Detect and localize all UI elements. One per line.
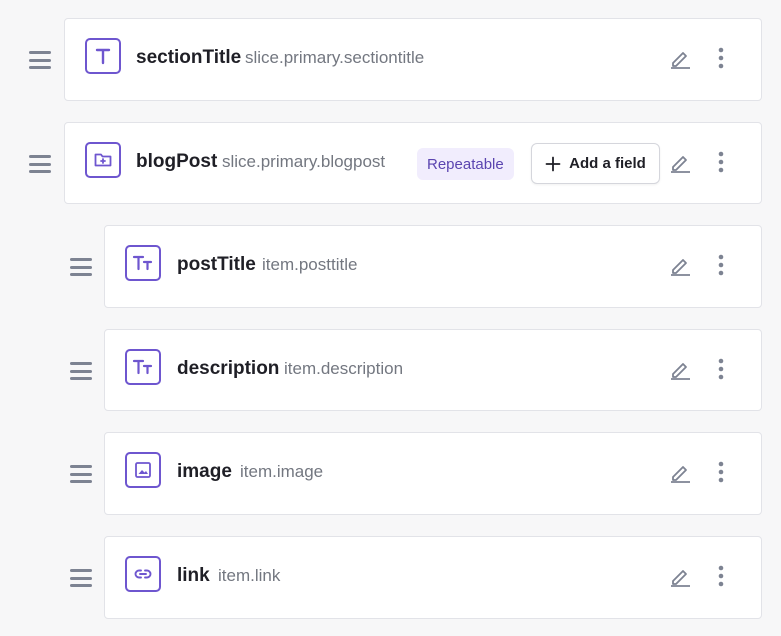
more-vertical-icon[interactable]	[711, 45, 731, 71]
field-row-posttitle: postTitle item.posttitle	[104, 225, 762, 308]
field-name: sectionTitle	[136, 47, 242, 68]
field-api-path: slice.primary.sectiontitle	[245, 48, 425, 67]
rich-text-icon	[125, 349, 161, 385]
title-text-icon	[125, 245, 161, 281]
field-api-path: item.posttitle	[262, 255, 358, 274]
field-name: description	[177, 358, 280, 379]
drag-handle-icon[interactable]	[70, 362, 92, 380]
edit-icon[interactable]	[667, 45, 693, 71]
field-api-path: slice.primary.blogpost	[222, 152, 386, 171]
more-vertical-icon[interactable]	[711, 149, 731, 175]
drag-handle-icon[interactable]	[70, 465, 92, 483]
plus-icon	[545, 156, 561, 171]
more-vertical-icon[interactable]	[711, 252, 731, 278]
edit-icon[interactable]	[667, 252, 693, 278]
field-row-link: link item.link	[104, 536, 762, 619]
more-vertical-icon[interactable]	[711, 356, 731, 382]
more-vertical-icon[interactable]	[711, 563, 731, 589]
field-row-image: image item.image	[104, 432, 762, 515]
image-icon	[125, 452, 161, 488]
field-api-path: item.link	[218, 566, 281, 585]
field-name: image	[177, 461, 232, 482]
field-row-sectiontitle: sectionTitle slice.primary.sectiontitle	[64, 18, 762, 101]
add-field-label: Add a field	[569, 155, 646, 172]
drag-handle-icon[interactable]	[70, 258, 92, 276]
field-row-blogpost: blogPost slice.primary.blogpost Repeatab…	[64, 122, 762, 204]
repeatable-badge: Repeatable	[417, 148, 514, 180]
drag-handle-icon[interactable]	[70, 569, 92, 587]
more-vertical-icon[interactable]	[711, 459, 731, 485]
field-name: link	[177, 565, 210, 586]
edit-icon[interactable]	[667, 459, 693, 485]
edit-icon[interactable]	[667, 563, 693, 589]
field-api-path: item.description	[284, 359, 404, 378]
edit-icon[interactable]	[667, 356, 693, 382]
field-row-description: description item.description	[104, 329, 762, 411]
add-field-button[interactable]: Add a field	[531, 143, 660, 184]
edit-icon[interactable]	[667, 149, 693, 175]
drag-handle-icon[interactable]	[29, 155, 51, 173]
group-folder-icon	[85, 142, 121, 178]
field-api-path: item.image	[240, 462, 324, 481]
drag-handle-icon[interactable]	[29, 51, 51, 69]
link-icon	[125, 556, 161, 592]
field-name: blogPost	[136, 151, 218, 172]
text-t-icon	[85, 38, 121, 74]
field-name: postTitle	[177, 254, 256, 275]
